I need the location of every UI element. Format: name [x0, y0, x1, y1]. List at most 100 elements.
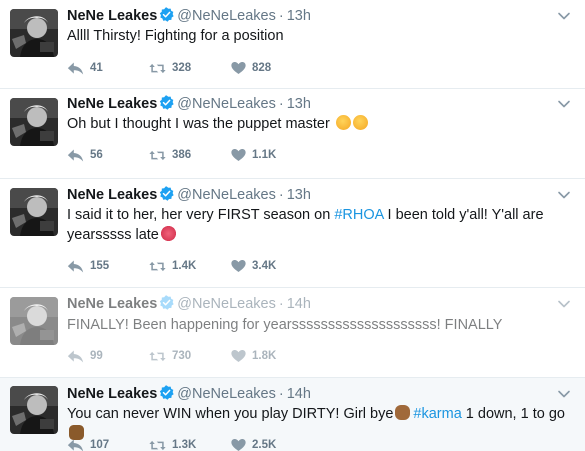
retweet-icon — [149, 148, 166, 163]
heart-icon — [231, 148, 246, 162]
like-count: 2.5K — [252, 439, 277, 451]
retweet-count: 328 — [172, 62, 192, 74]
timestamp[interactable]: 14h — [287, 386, 311, 402]
chevron-down-icon[interactable] — [557, 188, 571, 202]
display-name[interactable]: NeNe Leakes — [67, 386, 157, 402]
reply-icon — [67, 148, 84, 163]
tweet-text-before: You can never WIN when you play DIRTY! G… — [67, 406, 394, 422]
reply-button[interactable]: 155 — [67, 259, 149, 274]
reply-icon — [67, 61, 84, 76]
retweet-count: 730 — [172, 350, 192, 362]
tweet-text: Allll Thirsty! Fighting for a position — [67, 28, 284, 44]
tweet-text: I said it to her, her very FIRST season … — [67, 205, 572, 245]
display-name[interactable]: NeNe Leakes — [67, 96, 157, 112]
reply-button[interactable]: 99 — [67, 349, 149, 364]
reply-icon — [67, 349, 84, 364]
separator-dot: · — [278, 96, 284, 112]
tweet-header: NeNe Leakes @NeNeLeakes · 13h — [67, 185, 311, 205]
tweet-actions: 155 1.4K 3.4K — [67, 257, 313, 275]
retweet-button[interactable]: 328 — [149, 61, 231, 76]
chevron-down-icon[interactable] — [557, 9, 571, 23]
tweet[interactable]: NeNe Leakes @NeNeLeakes · 13h Allll Thirsty… — [0, 0, 585, 89]
reply-count: 41 — [90, 62, 103, 74]
tweet-text-content: Oh but I thought I was the puppet master — [67, 116, 330, 132]
tweet-actions: 107 1.3K 2.5K — [67, 436, 313, 451]
avatar[interactable] — [10, 188, 58, 236]
separator-dot: · — [278, 8, 284, 24]
tweet-text-before: I said it to her, her very FIRST season … — [67, 207, 335, 223]
retweet-icon — [149, 349, 166, 364]
timestamp[interactable]: 13h — [287, 96, 311, 112]
avatar[interactable] — [10, 297, 58, 345]
reply-button[interactable]: 107 — [67, 438, 149, 451]
handle[interactable]: @NeNeLeakes — [177, 96, 276, 112]
retweet-button[interactable]: 1.4K — [149, 259, 231, 274]
reply-count: 99 — [90, 350, 103, 362]
handle[interactable]: @NeNeLeakes — [177, 8, 276, 24]
retweet-icon — [149, 61, 166, 76]
handle[interactable]: @NeNeLeakes — [177, 296, 276, 312]
separator-dot: · — [278, 187, 284, 203]
verified-badge-icon — [159, 186, 174, 201]
retweet-icon — [149, 438, 166, 451]
timestamp[interactable]: 13h — [287, 187, 311, 203]
waving-hand-emoji — [395, 405, 411, 420]
tweet-header: NeNe Leakes @NeNeLeakes · 13h — [67, 6, 311, 26]
verified-badge-icon — [159, 295, 174, 310]
tweet-actions: 99 730 1.8K — [67, 347, 313, 365]
reply-count: 107 — [90, 439, 110, 451]
display-name[interactable]: NeNe Leakes — [67, 8, 157, 24]
chevron-down-icon[interactable] — [557, 297, 571, 311]
hashtag-link[interactable]: #karma — [413, 406, 461, 422]
tweet-header: NeNe Leakes @NeNeLeakes · 14h — [67, 294, 311, 314]
like-count: 3.4K — [252, 260, 277, 272]
reply-count: 155 — [90, 260, 110, 272]
avatar[interactable] — [10, 98, 58, 146]
timestamp[interactable]: 14h — [287, 296, 311, 312]
hashtag-link[interactable]: #RHOA — [334, 207, 383, 223]
like-button[interactable]: 1.8K — [231, 349, 313, 363]
retweet-count: 386 — [172, 149, 192, 161]
tweet-header: NeNe Leakes @NeNeLeakes · 13h — [67, 94, 311, 114]
reply-button[interactable]: 41 — [67, 61, 149, 76]
heart-icon — [231, 438, 246, 451]
tweet[interactable]: NeNe Leakes @NeNeLeakes · 14h You can never… — [0, 378, 585, 451]
tweet[interactable]: NeNe Leakes @NeNeLeakes · 14h FINALLY! Been… — [0, 288, 585, 378]
like-button[interactable]: 1.1K — [231, 148, 313, 162]
tweet-text: Oh but I thought I was the puppet master — [67, 114, 572, 134]
tweet-header: NeNe Leakes @NeNeLeakes · 14h — [67, 384, 311, 404]
avatar[interactable] — [10, 9, 58, 57]
reply-icon — [67, 259, 84, 274]
chevron-down-icon[interactable] — [557, 97, 571, 111]
retweet-button[interactable]: 730 — [149, 349, 231, 364]
tweet-text: FINALLY! Been happening for yearssssssss… — [67, 317, 503, 333]
retweet-count: 1.3K — [172, 439, 197, 451]
like-button[interactable]: 3.4K — [231, 259, 313, 273]
reply-button[interactable]: 56 — [67, 148, 149, 163]
chevron-down-icon[interactable] — [557, 387, 571, 401]
verified-badge-icon — [159, 95, 174, 110]
thinking-face-emoji — [352, 115, 368, 130]
verified-badge-icon — [159, 385, 174, 400]
avatar[interactable] — [10, 386, 58, 434]
display-name[interactable]: NeNe Leakes — [67, 187, 157, 203]
heart-icon — [231, 259, 246, 273]
reply-count: 56 — [90, 149, 103, 161]
tweet[interactable]: NeNe Leakes @NeNeLeakes · 13h I said it to … — [0, 179, 585, 288]
display-name[interactable]: NeNe Leakes — [67, 296, 157, 312]
handle[interactable]: @NeNeLeakes — [177, 187, 276, 203]
like-count: 1.1K — [252, 149, 277, 161]
retweet-button[interactable]: 1.3K — [149, 438, 231, 451]
handle[interactable]: @NeNeLeakes — [177, 386, 276, 402]
retweet-button[interactable]: 386 — [149, 148, 231, 163]
separator-dot: · — [278, 296, 284, 312]
tweet[interactable]: NeNe Leakes @NeNeLeakes · 13h Oh but I thou… — [0, 89, 585, 179]
separator-dot: · — [278, 386, 284, 402]
like-button[interactable]: 828 — [231, 61, 313, 75]
like-button[interactable]: 2.5K — [231, 438, 313, 451]
timestamp[interactable]: 13h — [287, 8, 311, 24]
retweet-count: 1.4K — [172, 260, 197, 272]
lips-emoji — [160, 226, 176, 241]
tweet-actions: 41 328 828 — [67, 59, 313, 77]
verified-badge-icon — [159, 7, 174, 22]
